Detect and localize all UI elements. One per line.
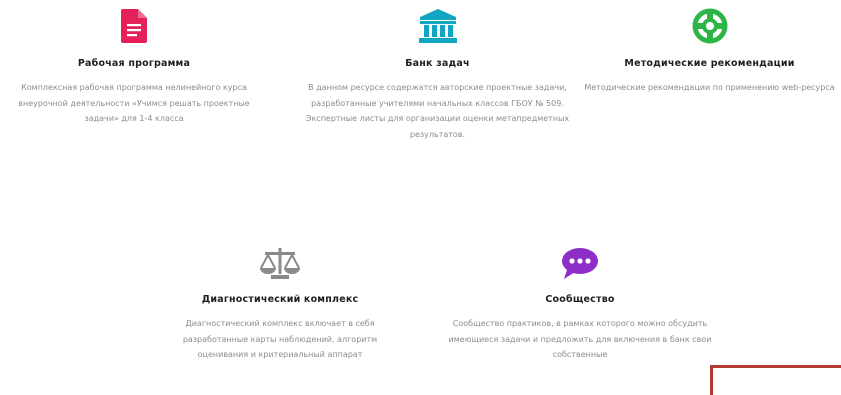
bank-icon	[418, 9, 457, 43]
card-description: Сообщество практиков, в рамках которого …	[448, 319, 712, 359]
highlight-frame	[710, 365, 841, 395]
card-description: Диагностический комплекс включает в себя…	[182, 319, 378, 359]
card-diagnostic-complex[interactable]: Диагностический комплекс Диагностический…	[160, 246, 400, 363]
card-description: Методические рекомендации по применению …	[584, 83, 835, 92]
card-title[interactable]: Банк задач	[305, 58, 570, 69]
card-task-bank[interactable]: Банк задач В данном ресурсе содержатся а…	[305, 8, 570, 142]
card-method-recommendations[interactable]: Методические рекомендации Методические р…	[582, 8, 837, 96]
card-title[interactable]: Рабочая программа	[0, 58, 268, 69]
card-description: В данном ресурсе содержатся авторские пр…	[305, 83, 570, 139]
document-icon	[120, 9, 147, 43]
card-work-program[interactable]: Рабочая программа Комплексная рабочая пр…	[0, 8, 268, 127]
card-title[interactable]: Методические рекомендации	[582, 58, 837, 69]
chat-bubble-icon	[562, 248, 598, 279]
card-community[interactable]: Сообщество Сообщество практиков, в рамка…	[430, 246, 730, 363]
scales-icon	[260, 248, 300, 279]
card-title[interactable]: Сообщество	[430, 294, 730, 305]
card-title[interactable]: Диагностический комплекс	[160, 294, 400, 305]
card-description: Комплексная рабочая программа нелинейног…	[18, 83, 250, 123]
lifebuoy-icon	[692, 8, 727, 44]
